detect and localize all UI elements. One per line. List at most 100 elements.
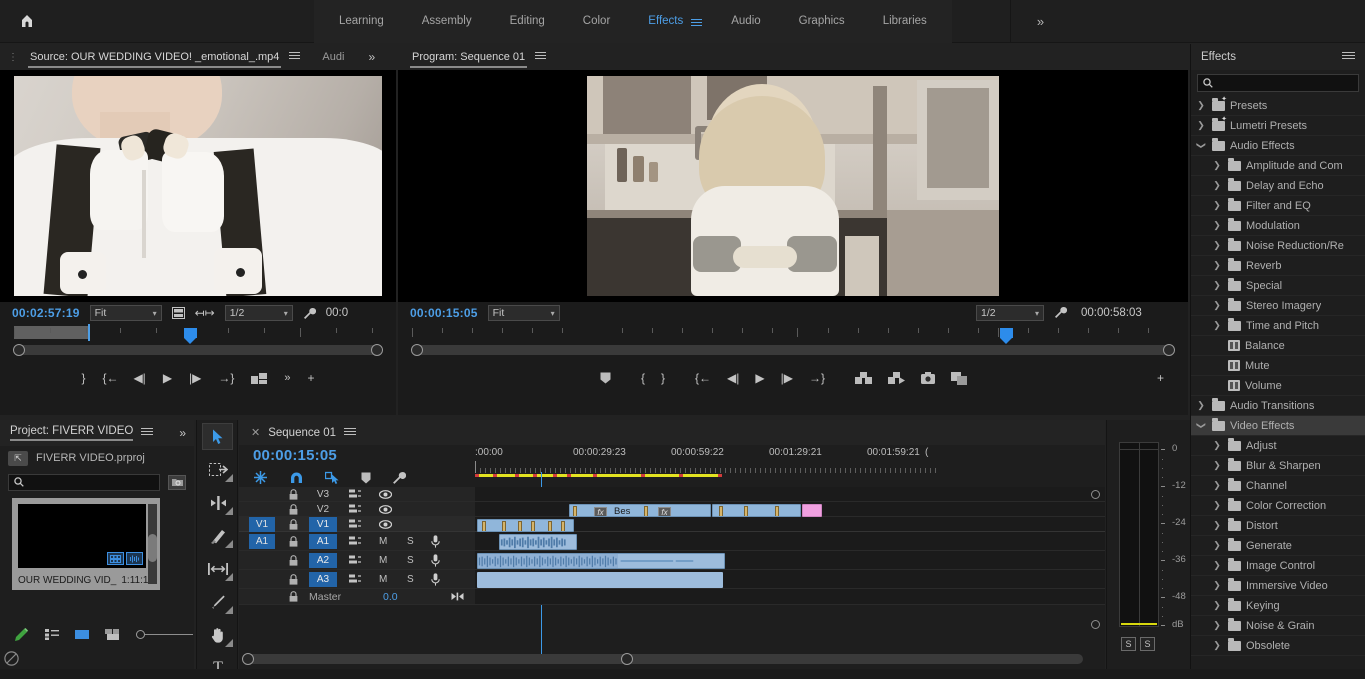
pen-tool[interactable]	[197, 585, 239, 618]
program-go-to-in-button[interactable]: {←	[695, 371, 711, 385]
find-bin-icon[interactable]	[168, 474, 186, 490]
meter-solo-right-button[interactable]: S	[1140, 637, 1155, 651]
effects-item-presets[interactable]: ❯ Presets	[1191, 96, 1365, 116]
program-mark-in-button[interactable]: {	[641, 371, 645, 385]
effects-item-blur-sharpen[interactable]: ❯ Blur & Sharpen	[1191, 456, 1365, 476]
microphone-icon[interactable]	[431, 553, 440, 567]
source-patch-a1[interactable]: A1	[249, 533, 275, 549]
track-lane-v1[interactable]	[475, 517, 1105, 532]
film-strip-icon[interactable]	[171, 307, 185, 319]
timeline-audio-clip-a1[interactable]	[499, 534, 577, 550]
program-wrench-icon[interactable]	[1054, 306, 1067, 319]
lock-icon[interactable]	[289, 535, 298, 547]
lock-icon[interactable]	[289, 554, 298, 566]
program-resolution-select[interactable]: 1/2 ▾	[976, 305, 1044, 321]
eye-icon-v2[interactable]	[379, 504, 392, 514]
effects-item-channel[interactable]: ❯ Channel	[1191, 476, 1365, 496]
chevron-right-icon[interactable]: ❯	[1211, 300, 1223, 311]
freeform-view-icon[interactable]	[105, 628, 120, 640]
timeline-clip-v2-transition[interactable]	[802, 504, 822, 517]
effects-item-keying[interactable]: ❯ Keying	[1191, 596, 1365, 616]
timeline-horizontal-scrollbar[interactable]	[242, 653, 1083, 665]
program-mark-out-button[interactable]: }	[661, 371, 665, 385]
effects-item-noise-grain[interactable]: ❯ Noise & Grain	[1191, 616, 1365, 636]
program-zoom-scrollbar[interactable]	[411, 344, 1175, 356]
master-level-value[interactable]: 0.0	[383, 591, 398, 603]
zoom-slider[interactable]	[136, 629, 193, 639]
master-pan-icon[interactable]	[451, 592, 464, 601]
effects-item-stereo-imagery[interactable]: ❯ Stereo Imagery	[1191, 296, 1365, 316]
track-lane-v3[interactable]	[475, 487, 1105, 501]
project-search-input[interactable]	[8, 473, 160, 491]
chevron-right-icon[interactable]: ❯	[1211, 280, 1223, 291]
source-patch-v1[interactable]: V1	[249, 516, 275, 532]
solo-track-button-a1[interactable]: S	[407, 536, 414, 547]
track-lane-a1[interactable]	[475, 532, 1105, 550]
effects-item-filter-and-eq[interactable]: ❯ Filter and EQ	[1191, 196, 1365, 216]
track-name-v3[interactable]: V3	[309, 487, 337, 502]
workspace-tab-audio[interactable]: Audio	[712, 0, 779, 43]
timeline-sequence-tab[interactable]: Sequence 01	[268, 427, 336, 439]
program-playhead[interactable]	[1000, 328, 1013, 344]
track-header-v2[interactable]: V2	[239, 502, 475, 516]
ripple-edit-tool[interactable]	[197, 486, 239, 519]
track-header-v3[interactable]: V3	[239, 487, 475, 501]
hand-tool[interactable]	[197, 618, 239, 651]
source-duration-timecode[interactable]: 00:0	[326, 307, 348, 319]
effects-item-image-control[interactable]: ❯ Image Control	[1191, 556, 1365, 576]
effects-item-volume[interactable]: Volume	[1191, 376, 1365, 396]
source-step-back-button[interactable]: ◀|	[133, 371, 145, 385]
effects-item-color-correction[interactable]: ❯ Color Correction	[1191, 496, 1365, 516]
source-resolution-select[interactable]: 1/2 ▾	[224, 305, 293, 321]
project-item-thumbnail-container[interactable]: OUR WEDDING VID_ 1:11:19	[12, 498, 160, 590]
sync-lock-icon[interactable]	[349, 504, 361, 514]
panel-drag-handle[interactable]: ⋮	[4, 52, 22, 63]
timeline-ruler[interactable]: :00:00 00:00:29:23 00:00:59:22 00:01:29:21 0…	[475, 447, 1077, 487]
source-step-forward-button[interactable]: |▶	[189, 371, 201, 385]
timeline-playhead-timecode[interactable]: 00:00:15:05	[253, 447, 337, 464]
program-lift-button[interactable]	[855, 371, 873, 385]
workspace-tab-editing[interactable]: Editing	[491, 0, 564, 43]
chevron-right-icon[interactable]: ❯	[1211, 460, 1223, 471]
effects-item-noise-reduction-re[interactable]: ❯ Noise Reduction/Re	[1191, 236, 1365, 256]
program-duration-timecode[interactable]: 00:00:58:03	[1081, 307, 1142, 319]
project-scrollbar[interactable]	[148, 504, 157, 584]
effects-item-audio-transitions[interactable]: ❯ Audio Transitions	[1191, 396, 1365, 416]
lock-icon[interactable]	[289, 488, 298, 500]
program-step-back-button[interactable]: ◀|	[727, 371, 739, 385]
effects-item-obsolete[interactable]: ❯ Obsolete	[1191, 636, 1365, 656]
program-monitor-video[interactable]	[398, 70, 1188, 302]
source-zoom-right-handle[interactable]	[371, 344, 383, 356]
chevron-right-icon[interactable]: ❯	[1211, 620, 1223, 631]
workspace-menu-icon[interactable]	[687, 0, 712, 43]
mute-track-button-a1[interactable]: M	[379, 536, 387, 547]
workspace-overflow-button[interactable]: »	[1010, 0, 1070, 43]
track-header-a2[interactable]: A2 M S	[239, 551, 475, 569]
effects-panel-menu-icon[interactable]	[1342, 50, 1355, 64]
close-icon[interactable]: ✕	[251, 426, 260, 439]
meter-solo-left-button[interactable]: S	[1121, 637, 1136, 651]
track-name-a1[interactable]: A1	[309, 533, 337, 549]
effects-item-video-effects[interactable]: ❯ Video Effects	[1191, 416, 1365, 436]
workspace-tab-learning[interactable]: Learning	[320, 0, 403, 43]
chevron-right-icon[interactable]: ❯	[1211, 520, 1223, 531]
audio-meter-body[interactable]	[1119, 442, 1159, 627]
source-audio-tab[interactable]: Audi	[322, 51, 344, 63]
track-lane-a3[interactable]	[475, 570, 1105, 588]
effects-item-delay-and-echo[interactable]: ❯ Delay and Echo	[1191, 176, 1365, 196]
selection-tool[interactable]	[197, 420, 239, 453]
timeline-vertical-scroll[interactable]	[1090, 490, 1100, 630]
source-fit-select[interactable]: Fit ▾	[89, 305, 162, 321]
sync-lock-icon[interactable]	[349, 489, 361, 499]
source-current-timecode[interactable]: 00:02:57:19	[12, 306, 80, 320]
playback-resolution-icon[interactable]: ↤↦	[195, 306, 215, 320]
source-mark-out-button[interactable]: }	[81, 371, 85, 385]
chevron-right-icon[interactable]: ❯	[1211, 640, 1223, 651]
effects-item-modulation[interactable]: ❯ Modulation	[1191, 216, 1365, 236]
track-lane-a2[interactable]: fx	[475, 551, 1105, 569]
new-item-pen-icon[interactable]	[14, 627, 29, 642]
chevron-right-icon[interactable]: ❯	[1195, 100, 1207, 111]
timeline-audio-clip-a3[interactable]	[477, 572, 723, 588]
chevron-right-icon[interactable]: ❯	[1211, 240, 1223, 251]
sync-lock-icon[interactable]	[349, 555, 361, 565]
